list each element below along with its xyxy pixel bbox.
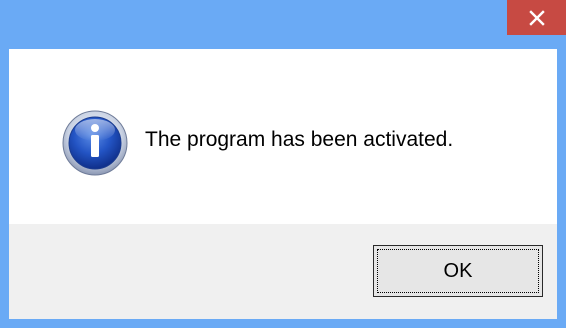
- button-bar: OK: [9, 224, 557, 319]
- close-icon: [528, 9, 545, 26]
- dialog-window: The program has been activated. OK: [0, 0, 566, 328]
- ok-button-label: OK: [443, 259, 473, 282]
- info-icon: [62, 110, 128, 176]
- dialog-body: The program has been activated. OK: [9, 49, 557, 319]
- ok-button[interactable]: OK: [373, 245, 543, 297]
- title-bar[interactable]: [0, 0, 566, 49]
- message-area: The program has been activated.: [9, 49, 557, 224]
- message-text: The program has been activated.: [145, 128, 454, 151]
- close-button[interactable]: [507, 0, 566, 35]
